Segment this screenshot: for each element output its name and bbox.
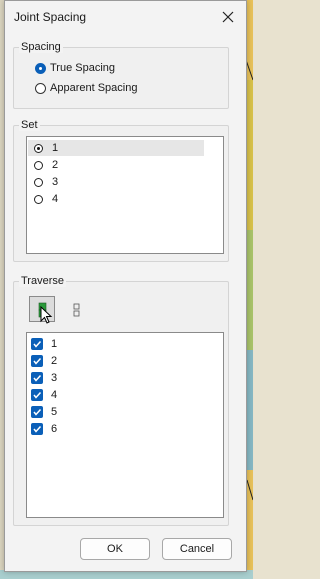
set-item-label: 1: [52, 142, 59, 154]
set-list[interactable]: 1 2 3 4: [26, 136, 224, 254]
apparent-spacing-option[interactable]: Apparent Spacing: [35, 80, 137, 96]
traverse-item-6[interactable]: 6: [31, 420, 57, 437]
set-item-4[interactable]: 4: [28, 191, 204, 207]
set-item-3[interactable]: 3: [28, 174, 204, 190]
radio-unselected-icon: [34, 194, 43, 204]
checkbox-checked-icon[interactable]: [31, 405, 43, 418]
uncheck-all-icon[interactable]: [72, 301, 82, 319]
checkbox-checked-icon[interactable]: [31, 422, 43, 435]
cancel-button[interactable]: Cancel: [162, 538, 232, 560]
true-spacing-option[interactable]: True Spacing: [35, 60, 115, 76]
close-button[interactable]: [216, 6, 240, 28]
set-item-2[interactable]: 2: [28, 157, 204, 173]
mouse-pointer-icon: [40, 306, 53, 324]
set-item-1[interactable]: 1: [28, 140, 204, 156]
spacing-group-label: Spacing: [19, 41, 63, 53]
traverse-item-2[interactable]: 2: [31, 352, 57, 369]
radio-unselected-icon: [35, 82, 46, 94]
spacing-group: Spacing: [13, 41, 229, 109]
title-bar: Joint Spacing: [5, 1, 246, 33]
traverse-item-1[interactable]: 1: [31, 335, 57, 352]
traverse-item-label: 2: [51, 354, 58, 367]
radio-unselected-icon: [34, 177, 43, 187]
window-title: Joint Spacing: [14, 10, 87, 24]
traverse-group-label: Traverse: [19, 275, 66, 287]
checkbox-checked-icon[interactable]: [31, 388, 43, 401]
checkbox-checked-icon[interactable]: [31, 354, 43, 367]
traverse-item-5[interactable]: 5: [31, 403, 57, 420]
traverse-list[interactable]: 1 2 3 4 5 6: [26, 332, 224, 518]
radio-selected-icon: [34, 143, 43, 153]
close-icon: [222, 11, 234, 23]
traverse-item-label: 6: [51, 422, 58, 435]
traverse-item-label: 5: [51, 405, 58, 418]
apparent-spacing-label: Apparent Spacing: [50, 82, 138, 94]
traverse-item-label: 4: [51, 388, 58, 401]
radio-selected-icon: [35, 62, 46, 74]
traverse-item-4[interactable]: 4: [31, 386, 57, 403]
set-item-label: 4: [52, 193, 59, 205]
traverse-item-label: 3: [51, 371, 58, 384]
traverse-item-3[interactable]: 3: [31, 369, 57, 386]
true-spacing-label: True Spacing: [50, 62, 116, 74]
set-item-label: 2: [52, 159, 59, 171]
traverse-item-label: 1: [51, 337, 58, 350]
radio-unselected-icon: [34, 160, 43, 170]
set-group-label: Set: [19, 119, 40, 131]
checkbox-checked-icon[interactable]: [31, 337, 43, 350]
set-item-label: 3: [52, 176, 59, 188]
checkbox-checked-icon[interactable]: [31, 371, 43, 384]
ok-button[interactable]: OK: [80, 538, 150, 560]
